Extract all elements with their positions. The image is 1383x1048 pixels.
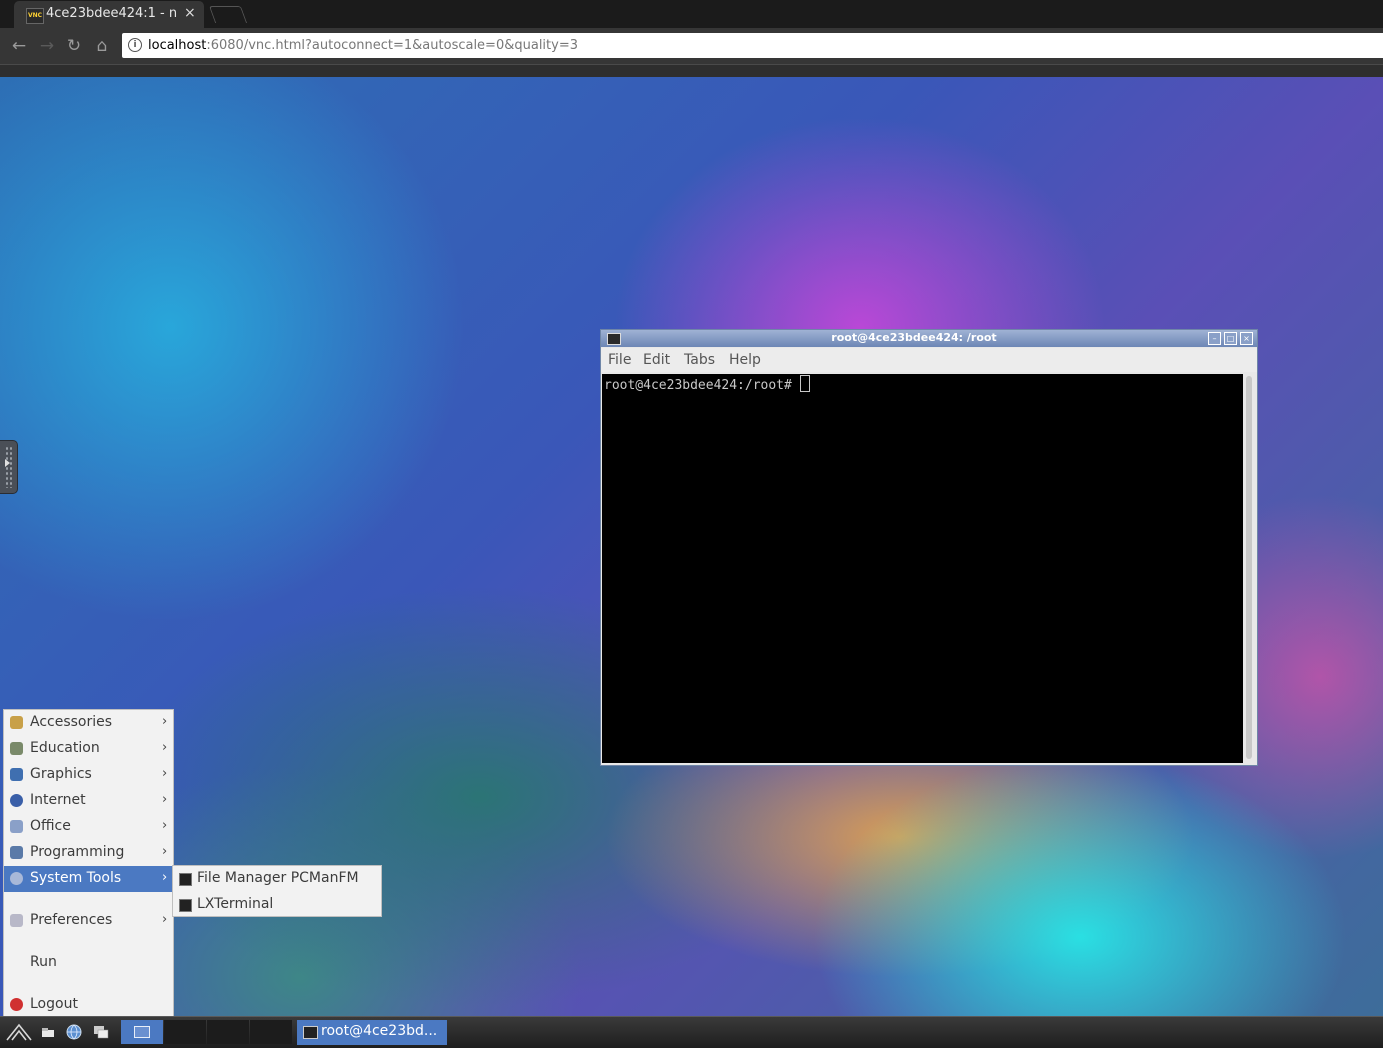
window-list-icon[interactable] — [92, 1023, 110, 1041]
terminal-cursor — [799, 375, 810, 392]
terminal-prompt: root@4ce23bdee424:/root# — [604, 378, 800, 393]
vnc-control-bar-handle[interactable] — [0, 440, 18, 494]
menu-edit[interactable]: Edit — [643, 352, 670, 368]
menu-item-programming[interactable]: Programming › — [4, 840, 173, 866]
chevron-right-icon: › — [162, 740, 168, 755]
menu-item-logout[interactable]: Logout — [4, 992, 173, 1018]
file-manager-icon[interactable] — [40, 1023, 58, 1041]
terminal-scrollbar[interactable] — [1246, 376, 1252, 759]
desktop-1-button[interactable] — [121, 1020, 163, 1044]
terminal-prompt-line: root@4ce23bdee424:/root# — [604, 375, 810, 393]
browser-icon[interactable] — [65, 1023, 83, 1041]
preferences-icon — [10, 914, 23, 927]
minimize-button[interactable]: – — [1208, 332, 1221, 345]
menu-item-label: Graphics — [30, 766, 92, 782]
url-path: :6080/vnc.html?autoconnect=1&autoscale=0… — [206, 38, 578, 53]
tab-title: 4ce23bdee424:1 - n — [46, 6, 178, 21]
menu-item-label: Office — [30, 818, 71, 834]
start-menu-icon[interactable] — [6, 1023, 32, 1041]
maximize-button[interactable]: □ — [1224, 332, 1237, 345]
menu-tabs[interactable]: Tabs — [684, 352, 715, 368]
chevron-right-icon: › — [162, 870, 168, 885]
home-icon[interactable]: ⌂ — [92, 36, 112, 56]
terminal-menubar: File Edit Tabs Help — [601, 348, 1257, 372]
chevron-right-icon: › — [162, 714, 168, 729]
terminal-titlebar[interactable]: root@4ce23bdee424: /root – □ × — [601, 330, 1257, 347]
menu-item-office[interactable]: Office › — [4, 814, 173, 840]
menu-item-preferences[interactable]: Preferences › — [4, 908, 173, 934]
menu-item-system-tools[interactable]: System Tools › — [4, 866, 173, 892]
reload-icon[interactable]: ↻ — [64, 36, 84, 56]
expand-arrow-icon — [5, 459, 10, 467]
office-icon — [10, 820, 23, 833]
menu-item-accessories[interactable]: Accessories › — [4, 710, 173, 736]
menu-item-label: Run — [30, 954, 57, 970]
terminal-window: root@4ce23bdee424: /root – □ × File Edit… — [600, 329, 1258, 766]
menu-item-run[interactable]: Run — [4, 950, 173, 976]
terminal-icon — [179, 899, 192, 912]
submenu-item-lxterminal[interactable]: LXTerminal — [173, 892, 381, 918]
submenu-item-label: File Manager PCManFM — [197, 870, 359, 886]
internet-icon — [10, 794, 23, 807]
menu-item-label: Accessories — [30, 714, 113, 730]
menu-item-internet[interactable]: Internet › — [4, 788, 173, 814]
chevron-right-icon: › — [162, 766, 168, 781]
task-label: root@4ce23bd... — [321, 1023, 438, 1039]
url-text: localhost:6080/vnc.html?autoconnect=1&au… — [148, 38, 578, 53]
menu-item-label: Internet — [30, 792, 86, 808]
menu-item-label: Logout — [30, 996, 78, 1012]
forward-icon[interactable]: → — [37, 36, 57, 56]
desktop-2-button[interactable] — [164, 1020, 206, 1044]
application-menu: Accessories › Education › Graphics › Int… — [3, 709, 174, 1019]
vnc-favicon-icon: VNC — [26, 8, 44, 24]
programming-icon — [10, 846, 23, 859]
system-tools-submenu: File Manager PCManFM LXTerminal — [172, 865, 382, 917]
chevron-right-icon: › — [162, 912, 168, 927]
submenu-item-file-manager[interactable]: File Manager PCManFM — [173, 866, 381, 892]
taskbar: root@4ce23bd... — [0, 1016, 1383, 1048]
menu-item-label: Education — [30, 740, 100, 756]
menu-item-label: Preferences — [30, 912, 113, 928]
menu-item-label: System Tools — [30, 870, 122, 886]
tab-close-icon[interactable]: × — [184, 5, 196, 21]
new-tab-button[interactable] — [208, 6, 248, 23]
back-icon[interactable]: ← — [9, 36, 29, 56]
terminal-screen[interactable]: root@4ce23bdee424:/root# — [602, 374, 1243, 763]
chevron-right-icon: › — [162, 818, 168, 833]
desktop-preview-icon — [134, 1026, 150, 1038]
handle-grip-icon — [5, 446, 13, 488]
menu-item-label: Programming — [30, 844, 125, 860]
vnc-top-bar — [0, 64, 1383, 78]
terminal-icon — [303, 1026, 318, 1039]
logout-icon — [10, 998, 23, 1011]
education-icon — [10, 742, 23, 755]
desktop-4-button[interactable] — [250, 1020, 292, 1044]
site-info-icon[interactable]: i — [128, 38, 142, 52]
browser-tab-bar: VNC 4ce23bdee424:1 - n × — [0, 0, 1383, 28]
graphics-icon — [10, 768, 23, 781]
menu-item-graphics[interactable]: Graphics › — [4, 762, 173, 788]
browser-tab[interactable]: VNC 4ce23bdee424:1 - n × — [14, 1, 204, 28]
file-manager-icon — [179, 873, 192, 886]
menu-help[interactable]: Help — [729, 352, 761, 368]
taskbar-window-terminal[interactable]: root@4ce23bd... — [297, 1020, 447, 1045]
system-tools-icon — [10, 872, 23, 885]
terminal-title: root@4ce23bdee424: /root — [831, 331, 997, 344]
chevron-right-icon: › — [162, 792, 168, 807]
close-button[interactable]: × — [1240, 332, 1253, 345]
chevron-right-icon: › — [162, 844, 168, 859]
address-bar[interactable]: i localhost:6080/vnc.html?autoconnect=1&… — [122, 33, 1383, 58]
url-host: localhost — [148, 38, 207, 53]
desktop-3-button[interactable] — [207, 1020, 249, 1044]
submenu-item-label: LXTerminal — [197, 896, 274, 912]
menu-file[interactable]: File — [608, 352, 631, 368]
accessories-icon — [10, 716, 23, 729]
menu-item-education[interactable]: Education › — [4, 736, 173, 762]
